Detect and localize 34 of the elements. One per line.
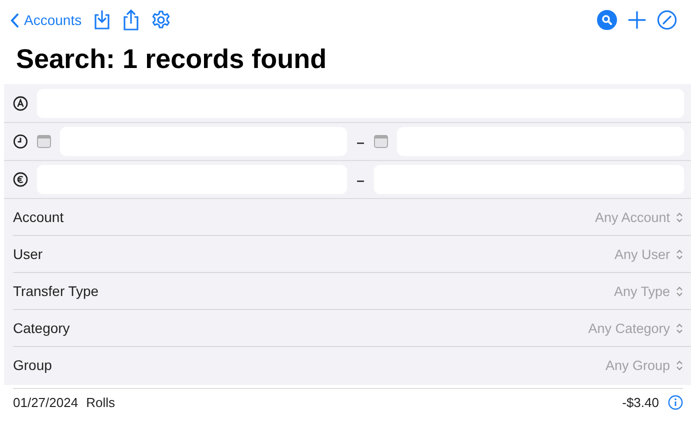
- clear-icon[interactable]: [657, 10, 677, 30]
- record-amount: -$3.40: [622, 394, 659, 410]
- share-icon[interactable]: [122, 9, 140, 31]
- up-down-chevron-icon: [676, 212, 683, 222]
- picker-label: User: [13, 246, 43, 262]
- currency-circle-icon: [13, 172, 28, 187]
- search-icon[interactable]: [597, 10, 617, 30]
- picker-button[interactable]: Any Group: [605, 358, 683, 372]
- info-icon[interactable]: [668, 394, 683, 410]
- picker-button[interactable]: Any Category: [588, 320, 683, 336]
- add-icon[interactable]: [628, 11, 646, 29]
- record-name: Rolls: [86, 394, 115, 410]
- record-date: 01/27/2024: [13, 394, 78, 410]
- up-down-chevron-icon: [676, 322, 683, 334]
- calendar-icon[interactable]: [374, 135, 388, 148]
- picker-button[interactable]: Any User: [614, 246, 683, 262]
- back-link[interactable]: Accounts: [10, 12, 82, 28]
- chevron-left-icon: [10, 12, 19, 28]
- picker-button[interactable]: Any Account: [594, 210, 683, 224]
- clock-icon: [13, 134, 28, 149]
- picker-label: Category: [13, 320, 70, 336]
- page-title: Search: 1 records found: [16, 44, 328, 76]
- up-down-chevron-icon: [676, 248, 683, 260]
- settings-icon[interactable]: [150, 10, 171, 30]
- up-down-chevron-icon: [676, 360, 683, 370]
- picker-label: Group: [13, 357, 52, 373]
- picker-button[interactable]: Any Type: [614, 284, 683, 298]
- range-separator: –: [356, 172, 364, 188]
- picker-label: Account: [13, 209, 64, 225]
- range-separator: –: [356, 134, 364, 150]
- import-icon[interactable]: [92, 10, 111, 30]
- picker-label: Transfer Type: [13, 283, 99, 299]
- letter-a-circle-icon: [13, 96, 28, 111]
- up-down-chevron-icon: [676, 286, 683, 296]
